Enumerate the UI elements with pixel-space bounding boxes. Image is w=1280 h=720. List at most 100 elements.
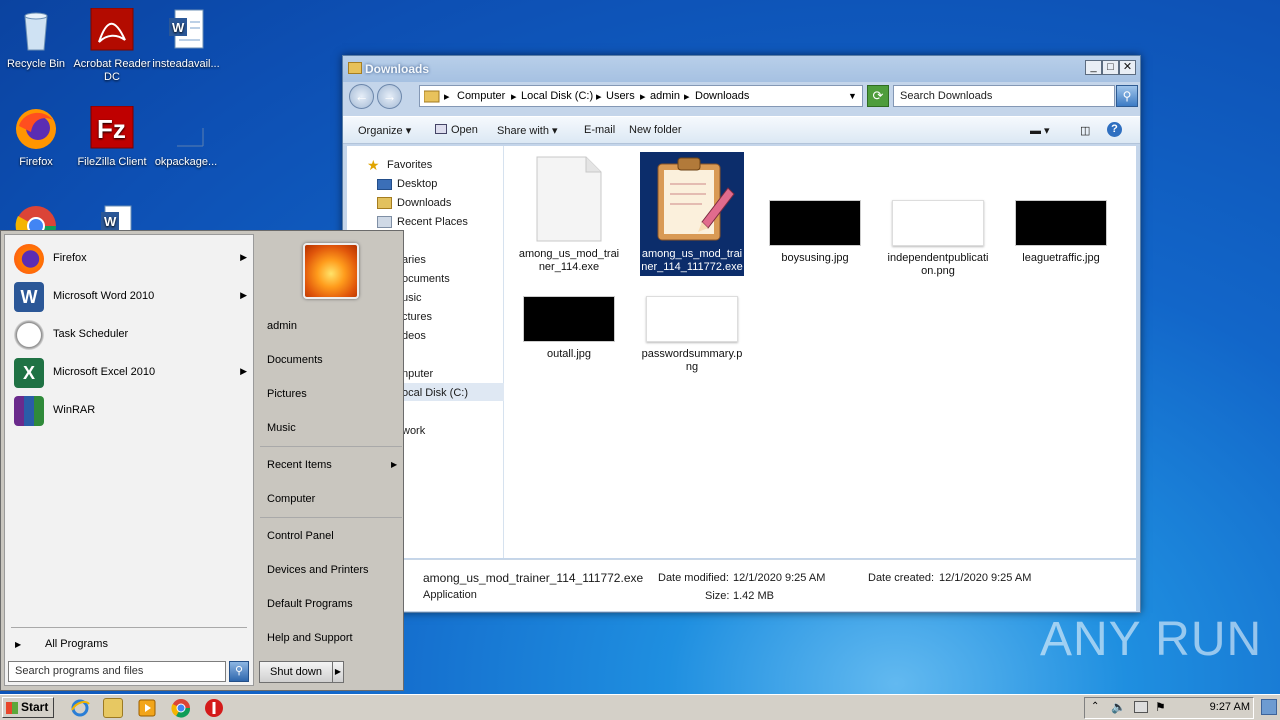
internet-explorer-icon[interactable] [70, 698, 90, 718]
desktop-icon-okpackage[interactable]: okpackage... [147, 106, 225, 169]
file-item-selected[interactable]: among_us_mod_trainer_114_111772.exe [640, 152, 744, 276]
desktop-icon-filezilla[interactable]: Fz FileZilla Client [73, 105, 151, 169]
start-link-pictures[interactable]: Pictures [267, 388, 307, 400]
clipboard-pen-icon [644, 152, 740, 244]
breadcrumb-users[interactable]: Users [606, 90, 635, 102]
breadcrumb-arrow[interactable]: ▸ [511, 90, 517, 103]
breadcrumb-computer[interactable]: Computer [457, 90, 505, 102]
user-avatar[interactable] [303, 243, 359, 299]
search-icon[interactable]: ⚲ [1116, 85, 1138, 107]
clock[interactable]: 9:27 AM [1210, 701, 1250, 713]
breadcrumb-arrow[interactable]: ▸ [596, 90, 602, 103]
chevron-down-icon[interactable]: ▼ [848, 91, 857, 101]
desktop-icon-word-doc[interactable]: W insteadavail... [147, 8, 225, 71]
start-menu: Firefox ▶ W Microsoft Word 2010 ▶ Task S… [0, 230, 404, 691]
all-programs-link[interactable]: All Programs [45, 638, 108, 650]
email-button[interactable]: E-mail [584, 124, 615, 136]
open-button[interactable]: Open [435, 124, 478, 136]
organize-button[interactable]: Organize ▾ [358, 124, 411, 137]
details-created-value: 12/1/2020 9:25 AM [939, 572, 1032, 584]
nav-favorites[interactable]: Favorites [387, 159, 432, 171]
window-titlebar[interactable]: Downloads _ □ ✕ [343, 56, 1140, 82]
start-link-admin[interactable]: admin [267, 320, 297, 332]
downloads-folder-icon [377, 197, 392, 209]
start-link-music[interactable]: Music [267, 422, 296, 434]
start-link-help-support[interactable]: Help and Support [267, 632, 353, 644]
divider [260, 517, 402, 518]
nav-local-disk[interactable]: ocal Disk (C:) [402, 387, 468, 399]
chrome-taskbar-icon[interactable] [171, 698, 191, 718]
nav-network[interactable]: work [402, 425, 425, 437]
close-button[interactable]: ✕ [1119, 60, 1136, 75]
desktop-icon-acrobat[interactable]: Acrobat Reader DC [73, 7, 151, 84]
nav-videos[interactable]: deos [402, 330, 426, 342]
nav-libraries[interactable]: aries [402, 254, 426, 266]
desktop-icon-recycle-bin[interactable]: Recycle Bin [0, 8, 75, 71]
nav-computer[interactable]: nputer [402, 368, 433, 380]
nav-pictures[interactable]: ctures [402, 311, 432, 323]
breadcrumb-arrow[interactable]: ▸ [640, 90, 646, 103]
start-link-recent-items[interactable]: Recent Items [267, 459, 332, 471]
volume-icon[interactable]: 🔈 [1111, 700, 1126, 714]
breadcrumb-downloads[interactable]: Downloads [695, 90, 749, 102]
address-bar[interactable]: ▸ Computer ▸ Local Disk (C:) ▸ Users ▸ a… [419, 85, 863, 107]
breadcrumb-arrow[interactable]: ▸ [444, 90, 450, 103]
firefox-icon [13, 106, 59, 152]
shut-down-button[interactable]: Shut down [259, 661, 333, 683]
nav-recent-places[interactable]: Recent Places [397, 216, 468, 228]
file-item[interactable]: among_us_mod_trainer_114.exe [517, 156, 621, 274]
media-player-icon[interactable] [137, 698, 157, 718]
back-button[interactable]: ← [349, 84, 374, 109]
network-icon[interactable] [1134, 701, 1148, 713]
file-item[interactable]: independentpublication.png [886, 200, 990, 278]
refresh-button[interactable]: ⟳ [867, 85, 889, 107]
file-item[interactable]: boysusing.jpg [763, 200, 867, 265]
breadcrumb-local-disk[interactable]: Local Disk (C:) [521, 90, 593, 102]
share-with-button[interactable]: Share with ▾ [497, 124, 558, 137]
search-icon[interactable]: ⚲ [229, 661, 249, 682]
details-modified-label: Date modified: [658, 572, 729, 584]
word-document-icon: W [163, 8, 209, 54]
start-search-input[interactable]: Search programs and files [8, 661, 226, 682]
minimize-button[interactable]: _ [1085, 60, 1102, 75]
stop-icon[interactable] [204, 698, 224, 718]
view-icon[interactable]: ▬ ▾ [1030, 124, 1050, 137]
breadcrumb-admin[interactable]: admin [650, 90, 680, 102]
start-link-devices-printers[interactable]: Devices and Printers [267, 564, 369, 576]
content-area: ★ Favorites Desktop Downloads Recent Pla… [347, 146, 1136, 558]
file-item[interactable]: passwordsummary.png [640, 296, 744, 374]
start-program-excel[interactable]: X Microsoft Excel 2010 ▶ [11, 355, 251, 389]
show-hidden-icons-icon[interactable]: ⌃ [1091, 701, 1099, 712]
search-input[interactable]: Search Downloads [893, 85, 1115, 107]
help-icon[interactable]: ? [1107, 122, 1122, 137]
details-pane: among_us_mod_trainer_114_111772.exe Appl… [347, 559, 1136, 611]
nav-downloads[interactable]: Downloads [397, 197, 451, 209]
flag-icon[interactable]: ⚑ [1155, 700, 1166, 714]
start-link-documents[interactable]: Documents [267, 354, 323, 366]
submenu-arrow-icon: ▶ [240, 252, 247, 262]
file-name: leaguetraffic.jpg [1022, 252, 1100, 264]
start-program-task-scheduler[interactable]: Task Scheduler [11, 317, 251, 351]
file-item[interactable]: outall.jpg [517, 296, 621, 361]
breadcrumb-arrow[interactable]: ▸ [684, 90, 690, 103]
maximize-button[interactable]: □ [1102, 60, 1119, 75]
start-link-default-programs[interactable]: Default Programs [267, 598, 353, 610]
start-program-winrar[interactable]: WinRAR [11, 393, 251, 427]
open-icon [435, 124, 447, 134]
file-item[interactable]: leaguetraffic.jpg [1009, 200, 1113, 265]
forward-button[interactable]: → [377, 84, 402, 109]
nav-documents[interactable]: ocuments [402, 273, 450, 285]
start-button[interactable]: Start [2, 697, 54, 718]
nav-desktop[interactable]: Desktop [397, 178, 437, 190]
start-program-firefox[interactable]: Firefox ▶ [11, 241, 251, 275]
shutdown-options-arrow-icon[interactable]: ▶ [332, 661, 344, 683]
show-desktop-button[interactable] [1261, 699, 1277, 715]
new-folder-button[interactable]: New folder [629, 124, 682, 136]
preview-pane-icon[interactable]: ◫ [1080, 124, 1090, 137]
explorer-taskbar-icon[interactable] [103, 698, 123, 718]
start-program-word[interactable]: W Microsoft Word 2010 ▶ [11, 279, 251, 313]
firefox-icon [14, 244, 44, 274]
start-link-computer[interactable]: Computer [267, 493, 315, 505]
start-link-control-panel[interactable]: Control Panel [267, 530, 334, 542]
desktop-icon-firefox[interactable]: Firefox [0, 106, 75, 169]
